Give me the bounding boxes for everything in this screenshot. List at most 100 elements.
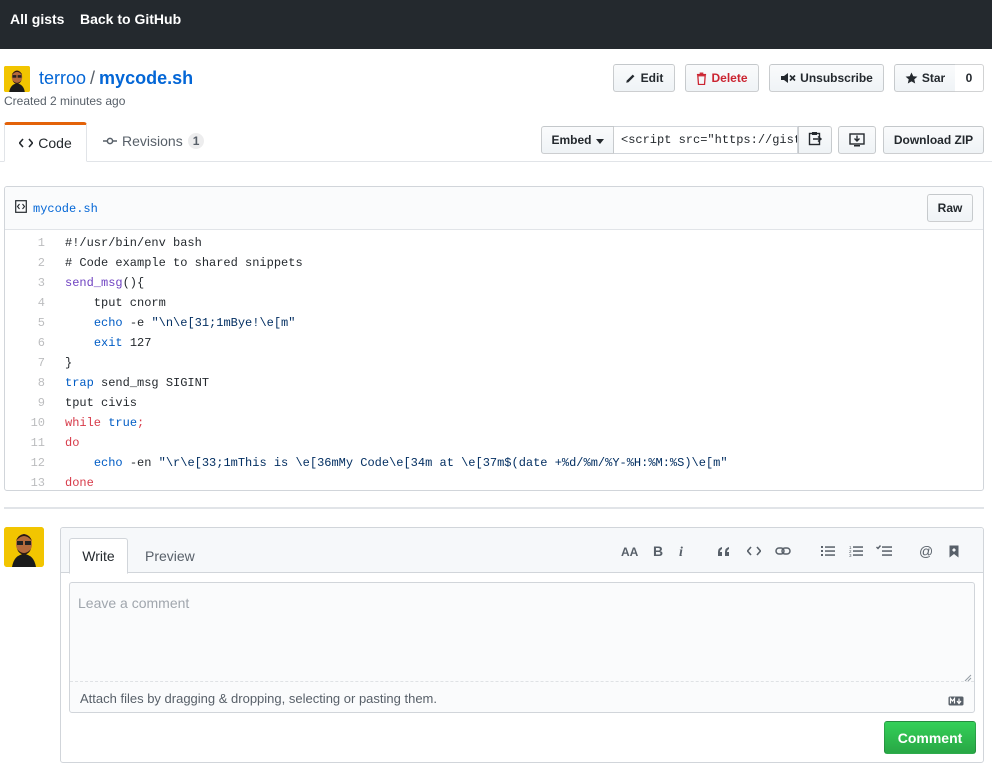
comment-submit-button[interactable]: Comment bbox=[884, 721, 976, 754]
svg-text:AA: AA bbox=[621, 545, 639, 557]
line-content: echo -en "\r\e[33;1mThis is \e[36mMy Cod… bbox=[45, 453, 728, 473]
back-to-github-link[interactable]: Back to GitHub bbox=[80, 11, 181, 27]
file-box: mycode.sh Raw 1 #!/usr/bin/env bash 2 # Co… bbox=[4, 186, 984, 491]
code-text: } bbox=[65, 356, 73, 370]
owner-avatar[interactable] bbox=[4, 66, 30, 92]
mention-icon[interactable]: @ bbox=[917, 543, 935, 559]
code-line: 9 tput civis bbox=[5, 393, 983, 413]
line-number[interactable]: 7 bbox=[5, 353, 45, 373]
star-icon bbox=[905, 72, 918, 84]
section-divider bbox=[4, 507, 984, 509]
svg-text:B: B bbox=[653, 545, 663, 557]
svg-text:3: 3 bbox=[849, 553, 852, 557]
code-text: echo -en "\r\e[33;1mThis is \e[36mMy Cod… bbox=[93, 456, 728, 470]
created-time: Created 2 minutes ago bbox=[4, 94, 126, 108]
edit-label: Edit bbox=[640, 71, 664, 85]
copy-embed-button[interactable] bbox=[798, 126, 832, 154]
link-icon[interactable] bbox=[774, 543, 792, 559]
title-separator: / bbox=[90, 68, 96, 88]
current-user-avatar[interactable] bbox=[4, 527, 44, 567]
revisions-counter: 1 bbox=[187, 133, 205, 149]
saved-reply-icon[interactable] bbox=[945, 543, 963, 559]
star-count[interactable]: 0 bbox=[955, 64, 984, 92]
code-text: exit 127 bbox=[93, 336, 152, 350]
header-bar: All gists Back to GitHub bbox=[0, 0, 992, 49]
code-line: 7} bbox=[5, 353, 983, 373]
code-text: done bbox=[65, 476, 94, 490]
line-number[interactable]: 6 bbox=[5, 333, 45, 353]
delete-label: Delete bbox=[711, 71, 748, 85]
resize-grip-icon[interactable] bbox=[962, 669, 972, 685]
embed-label: Embed bbox=[551, 133, 592, 147]
line-content: #!/usr/bin/env bash bbox=[45, 233, 202, 253]
code-line: 11 do bbox=[5, 433, 983, 453]
line-content: # Code example to shared snippets bbox=[45, 253, 303, 273]
line-number[interactable]: 1 bbox=[5, 233, 45, 253]
code-icon bbox=[18, 135, 34, 151]
code-icon[interactable] bbox=[745, 543, 763, 559]
owner-link[interactable]: terroo bbox=[39, 68, 86, 88]
line-number[interactable]: 13 bbox=[5, 473, 45, 490]
bold-icon[interactable]: B bbox=[649, 543, 667, 559]
line-number[interactable]: 3 bbox=[5, 273, 45, 293]
code-line: 3 send_msg(){ bbox=[5, 273, 983, 293]
line-number[interactable]: 10 bbox=[5, 413, 45, 433]
line-number[interactable]: 11 bbox=[5, 433, 45, 453]
code-line: 13 done bbox=[5, 473, 983, 490]
tab-revisions[interactable]: Revisions 1 bbox=[103, 133, 205, 149]
line-content: done bbox=[45, 473, 94, 490]
raw-label: Raw bbox=[937, 201, 963, 215]
code-text: echo -e "\n\e[31;1mBye!\e[m" bbox=[93, 316, 296, 330]
tab-write[interactable]: Write bbox=[69, 538, 128, 574]
italic-icon[interactable]: i bbox=[673, 543, 691, 559]
comment-form: Write Preview AA B i 123 @ Leave a comme… bbox=[60, 527, 984, 763]
file-header: mycode.sh Raw bbox=[5, 187, 983, 230]
unsubscribe-button[interactable]: Unsubscribe bbox=[769, 64, 884, 92]
line-number[interactable]: 2 bbox=[5, 253, 45, 273]
line-number[interactable]: 8 bbox=[5, 373, 45, 393]
gist-filename-link[interactable]: mycode.sh bbox=[99, 68, 193, 88]
quote-icon[interactable] bbox=[715, 543, 733, 559]
line-number[interactable]: 9 bbox=[5, 393, 45, 413]
embed-dropdown-button[interactable]: Embed bbox=[541, 126, 614, 154]
code-line: 4 tput cnorm bbox=[5, 293, 983, 313]
ordered-list-icon[interactable]: 123 bbox=[847, 543, 865, 559]
line-number[interactable]: 5 bbox=[5, 313, 45, 333]
download-zip-button[interactable]: Download ZIP bbox=[883, 126, 984, 154]
unordered-list-icon[interactable] bbox=[819, 543, 837, 559]
delete-button[interactable]: Delete bbox=[685, 64, 759, 92]
line-content: tput civis bbox=[45, 393, 137, 413]
code-text: do bbox=[65, 436, 80, 450]
code-line: 10 while true; bbox=[5, 413, 983, 433]
code-comment: # Code example to shared snippets bbox=[65, 256, 303, 270]
code-line: 2 # Code example to shared snippets bbox=[5, 253, 983, 273]
pencil-icon bbox=[625, 72, 637, 84]
tab-revisions-label: Revisions bbox=[122, 133, 183, 149]
raw-button[interactable]: Raw bbox=[927, 194, 973, 222]
line-content: echo -e "\n\e[31;1mBye!\e[m" bbox=[45, 313, 296, 333]
line-content: send_msg(){ bbox=[45, 273, 144, 293]
tab-preview[interactable]: Preview bbox=[145, 548, 195, 564]
code-line: 5 echo -e "\n\e[31;1mBye!\e[m" bbox=[5, 313, 983, 333]
markdown-icon[interactable] bbox=[948, 693, 964, 709]
comment-textarea[interactable]: Leave a comment bbox=[70, 583, 974, 682]
code-text: while true; bbox=[65, 416, 145, 430]
text-size-icon[interactable]: AA bbox=[621, 543, 639, 559]
attach-files-hint[interactable]: Attach files by dragging & dropping, sel… bbox=[80, 691, 437, 706]
file-code-icon bbox=[15, 200, 27, 217]
edit-button[interactable]: Edit bbox=[613, 64, 675, 92]
code-shebang: #!/usr/bin/env bash bbox=[65, 236, 202, 250]
embed-group: Embed <script src="https://gist. bbox=[541, 126, 832, 154]
tab-code[interactable]: Code bbox=[4, 122, 87, 162]
open-desktop-button[interactable] bbox=[838, 126, 876, 154]
code-text: tput civis bbox=[65, 396, 138, 410]
code-text: trap send_msg SIGINT bbox=[65, 376, 210, 390]
line-number[interactable]: 4 bbox=[5, 293, 45, 313]
file-name[interactable]: mycode.sh bbox=[15, 200, 98, 217]
task-list-icon[interactable] bbox=[875, 543, 893, 559]
all-gists-link[interactable]: All gists bbox=[10, 11, 64, 27]
clipboard-icon bbox=[808, 131, 823, 149]
embed-url-input[interactable]: <script src="https://gist. bbox=[614, 126, 798, 154]
line-number[interactable]: 12 bbox=[5, 453, 45, 473]
star-button[interactable]: Star bbox=[894, 64, 956, 92]
